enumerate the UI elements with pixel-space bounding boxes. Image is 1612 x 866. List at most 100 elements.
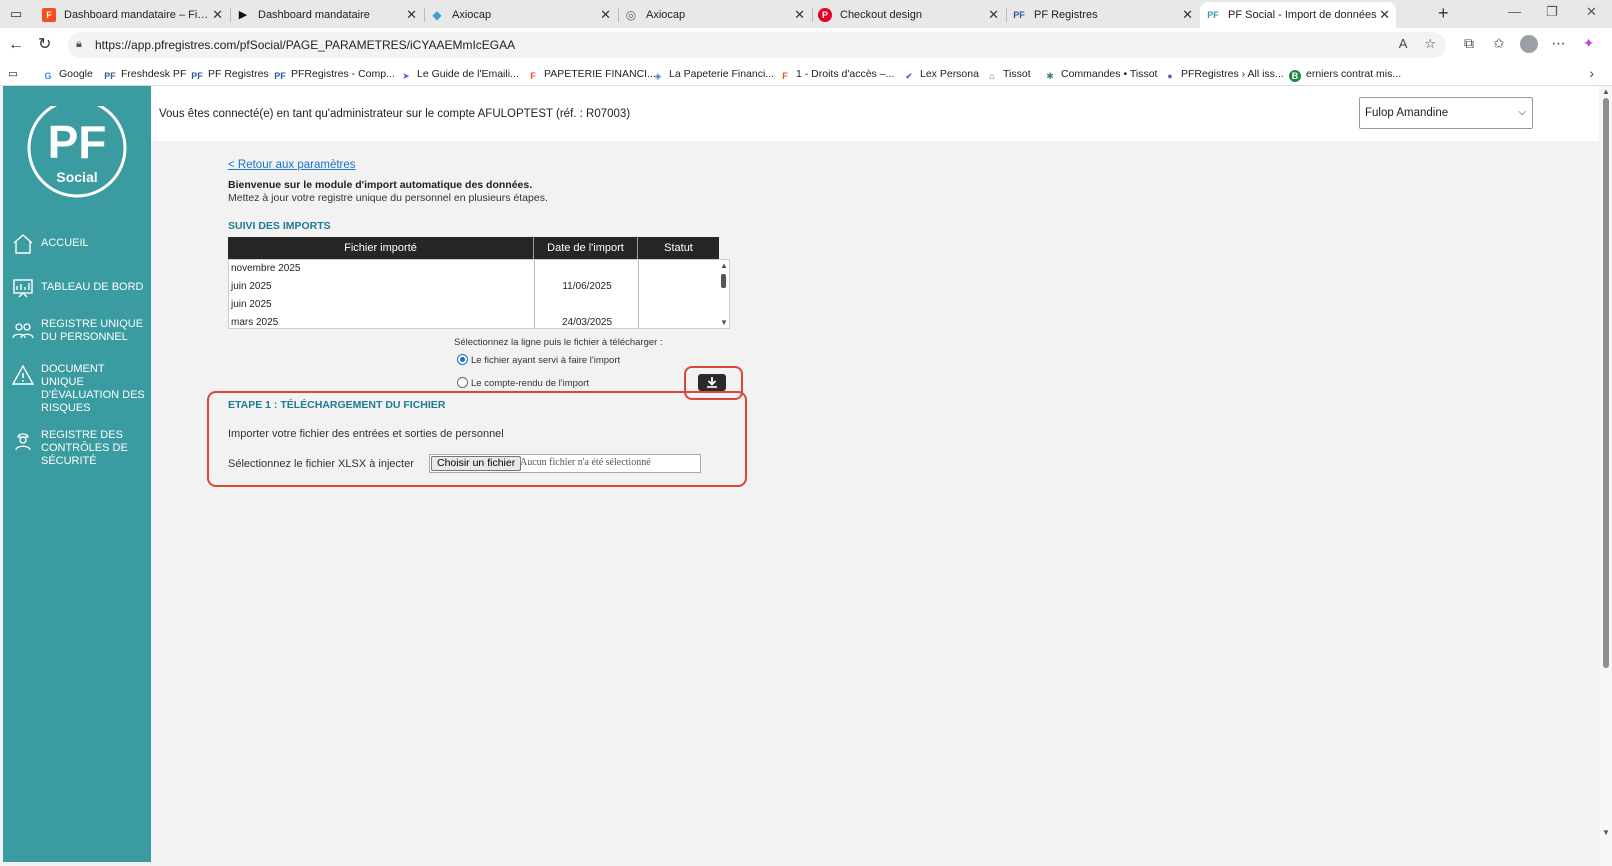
- bookmark-droits-acces[interactable]: F 1 - Droits d'accès –...: [779, 66, 894, 82]
- back-arrow-icon[interactable]: ←: [8, 36, 24, 54]
- more-menu-icon[interactable]: ⋯: [1546, 35, 1572, 52]
- figma-icon: F: [782, 71, 788, 81]
- new-tab-button[interactable]: +: [1438, 2, 1449, 24]
- chevron-right-icon[interactable]: ›: [1589, 65, 1594, 81]
- file-input[interactable]: Choisir un fichier Aucun fichier n'a été…: [429, 454, 701, 473]
- scroll-down-icon[interactable]: ▼: [1602, 828, 1610, 837]
- bookmark-derniers-contrats[interactable]: Berniers contrat mis...: [1289, 66, 1401, 82]
- copilot-icon[interactable]: ✦: [1576, 35, 1602, 52]
- bookmark-la-papeterie[interactable]: ◈ La Papeterie Financi...: [652, 66, 775, 82]
- tab-pf-social-import[interactable]: PF PF Social - Import de données ✕: [1200, 2, 1396, 28]
- reload-icon[interactable]: ↻: [38, 36, 51, 54]
- url-field[interactable]: 🔒︎ https://app.pfregistres.com/pfSocial/…: [68, 32, 1446, 58]
- leaf-icon: ✱: [1046, 71, 1054, 81]
- back-to-settings-link[interactable]: < Retour aux paramètres: [228, 159, 356, 171]
- bookmarks-bar: ▭ G Google PF Freshdesk PF PF PF Registres …: [0, 62, 1612, 86]
- radio-import-report[interactable]: Le compte-rendu de l'import: [457, 377, 589, 389]
- bookmark-papeterie[interactable]: F PAPETERIE FINANCI...: [527, 66, 656, 82]
- pf-social-logo[interactable]: PF Social: [27, 96, 127, 198]
- read-aloud-icon[interactable]: A: [1399, 36, 1407, 51]
- close-icon[interactable]: ✕: [212, 2, 223, 28]
- tab-actions-icon[interactable]: ▭: [8, 6, 24, 22]
- scroll-down-icon[interactable]: ▼: [720, 318, 728, 327]
- scroll-up-icon[interactable]: ▲: [720, 261, 728, 270]
- table-row[interactable]: novembre 2025: [229, 260, 720, 278]
- url-text[interactable]: https://app.pfregistres.com/pfSocial/PAG…: [95, 32, 515, 58]
- favorite-star-icon[interactable]: ☆: [1424, 36, 1436, 51]
- bookmark-tissot[interactable]: ⌂ Tissot: [986, 66, 1030, 82]
- close-icon[interactable]: ✕: [794, 2, 805, 28]
- bookmark-lex-persona[interactable]: ✔ Lex Persona: [903, 66, 979, 82]
- window-close-icon[interactable]: ✕: [1586, 4, 1597, 20]
- lock-icon[interactable]: 🔒︎: [76, 37, 90, 51]
- sidebar-item-controles-securite[interactable]: REGISTRE DES CONTRÔLES DE SÉCURITÉ: [11, 429, 147, 471]
- user-select[interactable]: Fulop Amandine ⌵: [1359, 97, 1533, 129]
- logo-text: PF: [48, 116, 107, 168]
- column-header-file[interactable]: Fichier importé: [228, 237, 534, 259]
- bookmark-label: 1 - Droits d'accès –...: [796, 68, 895, 80]
- tab-checkout[interactable]: P Checkout design ✕: [812, 2, 1005, 28]
- table-row[interactable]: juin 2025: [229, 296, 720, 314]
- bookmark-guide-emailing[interactable]: ➤ Le Guide de l'Emaili...: [400, 66, 519, 82]
- sidebar-item-label: REGISTRE UNIQUE DU PERSONNEL: [41, 318, 144, 343]
- page-scrollbar[interactable]: ▲ ▼: [1600, 86, 1612, 866]
- radio-unselected-icon[interactable]: [457, 377, 468, 388]
- sidebar-item-tableau-de-bord[interactable]: TABLEAU DE BORD: [11, 276, 147, 302]
- tab-pf-registres[interactable]: PF PF Registres ✕: [1006, 2, 1199, 28]
- bookmark-label: Le Guide de l'Emaili...: [417, 68, 519, 80]
- close-icon[interactable]: ✕: [1182, 2, 1193, 28]
- address-bar: ← ↻ 🔒︎ https://app.pfregistres.com/pfSoc…: [0, 28, 1612, 62]
- scroll-thumb[interactable]: [721, 274, 726, 288]
- tab-label: Dashboard mandataire – Figma: [64, 9, 214, 22]
- radio-import-file[interactable]: Le fichier ayant servi à faire l'import: [457, 354, 620, 366]
- minimize-icon[interactable]: —: [1508, 4, 1521, 19]
- send-icon: ➤: [402, 71, 410, 81]
- welcome-title: Bienvenue sur le module d'import automat…: [228, 179, 533, 191]
- connection-status-text: Vous êtes connecté(e) en tant qu'adminis…: [159, 108, 631, 120]
- play-icon: ▶: [238, 9, 248, 22]
- file-input-label: Sélectionnez le fichier XLSX à injecter: [228, 458, 414, 470]
- choose-file-button[interactable]: Choisir un fichier: [431, 456, 522, 471]
- table-scrollbar[interactable]: ▲ ▼: [718, 260, 729, 328]
- close-icon[interactable]: ✕: [1379, 2, 1390, 28]
- tab-label: Axiocap: [452, 9, 492, 22]
- pinterest-icon: P: [818, 8, 832, 23]
- scroll-thumb[interactable]: [1603, 98, 1609, 668]
- restore-icon[interactable]: ❐: [1546, 4, 1558, 20]
- bookmark-pfregistres-comp[interactable]: PF PFRegistres - Comp...: [274, 66, 395, 82]
- close-icon[interactable]: ✕: [600, 2, 611, 28]
- sidebar-item-accueil[interactable]: ACCUEIL: [11, 232, 147, 258]
- close-icon[interactable]: ✕: [406, 2, 417, 28]
- bookmark-google[interactable]: G Google: [42, 66, 92, 82]
- close-icon[interactable]: ✕: [988, 2, 999, 28]
- column-header-date[interactable]: Date de l'import: [534, 237, 638, 259]
- pf-icon: PF: [1013, 10, 1025, 21]
- chevron-down-icon: ⌵: [1518, 107, 1526, 118]
- account-header: Vous êtes connecté(e) en tant qu'adminis…: [151, 86, 1599, 141]
- column-header-status[interactable]: Statut: [638, 237, 719, 259]
- table-body[interactable]: novembre 2025 juin 2025 11/06/2025 juin …: [228, 259, 730, 329]
- favorites-icon[interactable]: ✩: [1486, 35, 1512, 52]
- tab-dashboard[interactable]: ▶ Dashboard mandataire ✕: [230, 2, 423, 28]
- tab-figma[interactable]: F Dashboard mandataire – Figma ✕: [36, 2, 229, 28]
- warning-icon: [11, 364, 35, 385]
- bookmark-label: PFRegistres - Comp...: [291, 68, 395, 80]
- table-row[interactable]: juin 2025 11/06/2025: [229, 278, 720, 296]
- tab-axiocap[interactable]: ◆ Axiocap ✕: [424, 2, 617, 28]
- profile-icon[interactable]: [1516, 35, 1542, 54]
- extensions-icon[interactable]: ⧉: [1456, 35, 1482, 52]
- bookmark-pf-registres[interactable]: PF PF Registres: [191, 66, 268, 82]
- sidebar-item-document-unique[interactable]: DOCUMENT UNIQUE D'ÉVALUATION DES RISQUES: [11, 363, 147, 419]
- sidebar-item-registre-personnel[interactable]: REGISTRE UNIQUE DU PERSONNEL: [11, 318, 147, 348]
- scroll-up-icon[interactable]: ▲: [1602, 87, 1610, 96]
- bookmark-freshdesk[interactable]: PF Freshdesk PF: [104, 66, 186, 82]
- bookmark-commandes-tissot[interactable]: ✱ Commandes • Tissot: [1044, 66, 1157, 82]
- radio-selected-icon[interactable]: [457, 354, 468, 365]
- tab-axiocap-2[interactable]: ◎ Axiocap ✕: [618, 2, 811, 28]
- bookmark-pfregistres-issues[interactable]: ● PFRegistres › All iss...: [1164, 66, 1283, 82]
- worker-icon: [15, 433, 31, 451]
- download-hint: Sélectionnez la ligne puis le fichier à …: [454, 337, 663, 348]
- table-row[interactable]: mars 2025 24/03/2025: [229, 314, 720, 328]
- bookmarks-toggle-icon[interactable]: ▭: [8, 66, 18, 82]
- pf-icon: PF: [104, 71, 116, 81]
